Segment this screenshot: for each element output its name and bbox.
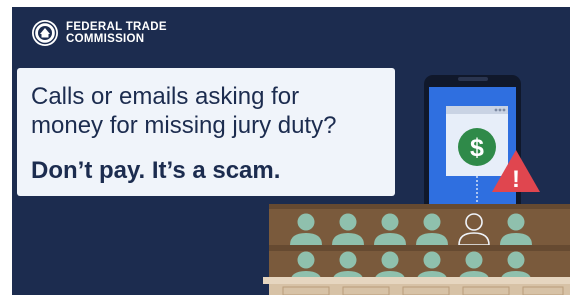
dollar-coin-icon: $ [458, 128, 496, 166]
jury-illustration: $ ! [263, 75, 570, 295]
dollar-symbol: $ [470, 134, 484, 162]
warning-symbol: ! [512, 166, 520, 193]
jury-box [263, 204, 570, 295]
jury-box-rail [263, 277, 570, 284]
phone-illustration: $ [424, 75, 521, 219]
scam-alert-banner: FEDERAL TRADE COMMISSION Calls or emails… [12, 7, 570, 295]
